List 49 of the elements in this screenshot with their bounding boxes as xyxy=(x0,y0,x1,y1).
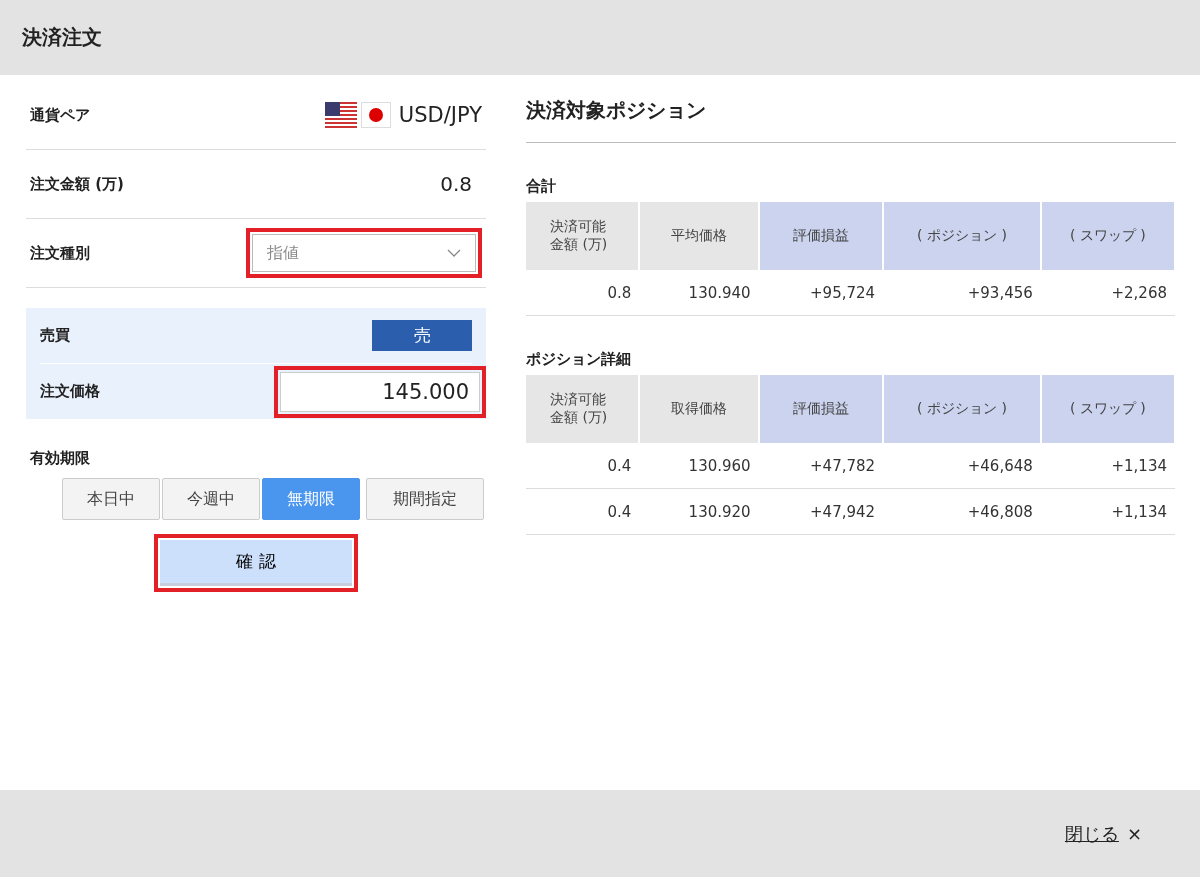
column-header: ( ポジション ) xyxy=(883,202,1041,270)
table-cell: 0.4 xyxy=(526,443,640,489)
column-header: 取得価格 xyxy=(639,375,759,443)
field-label: 通貨ペア xyxy=(30,105,90,125)
field-label: 売買 xyxy=(40,326,70,345)
table-cell: +95,724 xyxy=(758,270,884,316)
sell-button[interactable]: 売 xyxy=(372,320,472,351)
currency-pair: USD/JPY xyxy=(398,103,482,127)
field-label: 注文価格 xyxy=(40,382,100,401)
jp-flag-icon xyxy=(360,102,391,128)
close-link[interactable]: 閉じる xyxy=(1064,821,1119,846)
column-header: 平均価格 xyxy=(639,202,759,270)
order-type-dropdown[interactable]: 指値 xyxy=(246,228,482,278)
column-header: 評価損益 xyxy=(758,375,884,443)
column-header: 評価損益 xyxy=(758,202,884,270)
column-header: ( スワップ ) xyxy=(1040,202,1175,270)
table-cell: +46,808 xyxy=(883,488,1041,535)
table-title: ポジション詳細 xyxy=(526,350,632,369)
field-label: 有効期限 xyxy=(30,449,91,468)
price-input[interactable]: 145.000 xyxy=(274,365,486,418)
field-label: 注文金額 (万) xyxy=(30,174,124,194)
amount-value: 0.8 xyxy=(440,172,472,196)
table-cell: +47,942 xyxy=(758,488,884,535)
table-cell: 0.4 xyxy=(526,488,640,535)
expiry-option[interactable]: 今週中 xyxy=(162,478,260,520)
table-cell: 0.8 xyxy=(526,270,640,316)
section-title: 決済対象ポジション xyxy=(526,97,1176,143)
chevron-down-icon xyxy=(447,248,461,258)
table-cell: +93,456 xyxy=(883,270,1041,316)
column-header: 決済可能金額 (万) xyxy=(526,202,640,270)
table-cell: 130.960 xyxy=(639,443,759,489)
confirm-button[interactable]: 確 認 xyxy=(160,540,352,586)
expiry-option[interactable]: 本日中 xyxy=(62,478,160,520)
table-cell: +46,648 xyxy=(883,443,1041,489)
table-cell: +1,134 xyxy=(1040,488,1175,535)
table-cell: 130.940 xyxy=(639,270,759,316)
table-cell: 130.920 xyxy=(639,488,759,535)
column-header: 決済可能金額 (万) xyxy=(526,375,640,443)
expiry-option[interactable]: 期間指定 xyxy=(366,478,484,520)
window-title: 決済注文 xyxy=(22,24,102,51)
table-cell: +1,134 xyxy=(1040,443,1175,489)
table-cell: +47,782 xyxy=(758,443,884,489)
column-header: ( ポジション ) xyxy=(883,375,1041,443)
table-cell: +2,268 xyxy=(1040,270,1175,316)
column-header: ( スワップ ) xyxy=(1040,375,1175,443)
field-label: 注文種別 xyxy=(30,243,90,263)
close-icon[interactable]: × xyxy=(1126,823,1142,844)
us-flag-icon xyxy=(324,102,357,128)
table-title: 合計 xyxy=(526,177,557,196)
